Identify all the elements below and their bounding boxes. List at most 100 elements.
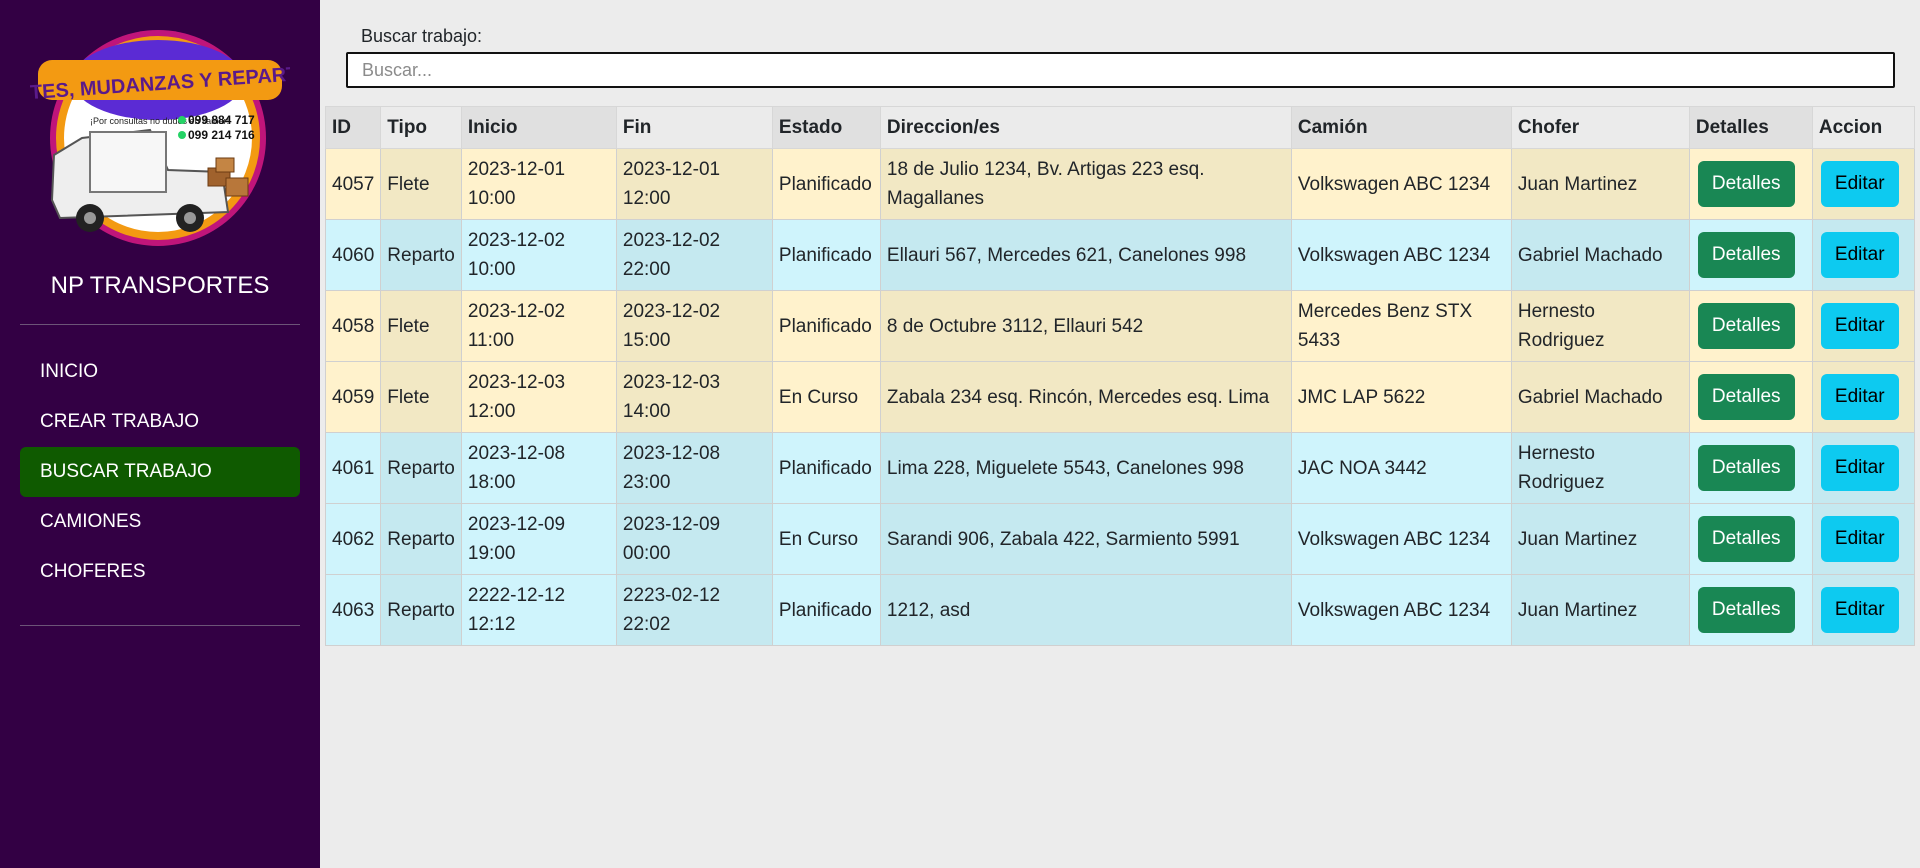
- cell-direcciones: Ellauri 567, Mercedes 621, Canelones 998: [879, 219, 1292, 291]
- cell-id: 4061: [324, 432, 382, 504]
- editar-button[interactable]: Editar: [1820, 445, 1899, 491]
- table-header-row: ID Tipo Inicio Fin Estado Direccion/es C…: [324, 106, 1916, 149]
- cell-tipo: Reparto: [380, 432, 462, 504]
- detalles-button[interactable]: Detalles: [1697, 516, 1795, 562]
- cell-camion: Volkswagen ABC 1234: [1290, 503, 1512, 575]
- editar-button[interactable]: Editar: [1820, 232, 1899, 278]
- column-header-tipo: Tipo: [380, 106, 462, 149]
- nav-item-choferes[interactable]: CHOFERES: [20, 547, 300, 597]
- editar-button[interactable]: Editar: [1820, 374, 1899, 420]
- logo-area: FLETES, MUDANZAS Y REPARTOS ¡Por consult…: [20, 0, 300, 270]
- cell-inicio: 2023-12-02 10:00: [460, 219, 617, 291]
- cell-fin: 2023-12-08 23:00: [615, 432, 773, 504]
- cell-estado: Planificado: [771, 290, 881, 362]
- cell-id: 4059: [324, 361, 382, 433]
- cell-id: 4058: [324, 290, 382, 362]
- cell-direcciones: 8 de Octubre 3112, Ellauri 542: [879, 290, 1292, 362]
- table-row: 4062 Reparto 2023-12-09 19:00 2023-12-09…: [324, 503, 1916, 575]
- cell-chofer: Hernesto Rodriguez: [1510, 432, 1690, 504]
- cell-accion: Editar: [1811, 432, 1916, 504]
- nav-item-buscar-trabajo[interactable]: BUSCAR TRABAJO: [20, 447, 300, 497]
- cell-detalles: Detalles: [1688, 361, 1813, 433]
- cell-accion: Editar: [1811, 574, 1916, 646]
- cell-camion: Mercedes Benz STX 5433: [1290, 290, 1512, 362]
- column-header-fin: Fin: [615, 106, 773, 149]
- nav-item-inicio[interactable]: INICIO: [20, 347, 300, 397]
- cell-tipo: Flete: [380, 290, 462, 362]
- table-row: 4059 Flete 2023-12-03 12:00 2023-12-03 1…: [324, 361, 1916, 433]
- search-input[interactable]: [346, 52, 1895, 88]
- cell-estado: En Curso: [771, 361, 881, 433]
- cell-camion: Volkswagen ABC 1234: [1290, 574, 1512, 646]
- detalles-button[interactable]: Detalles: [1697, 374, 1795, 420]
- detalles-button[interactable]: Detalles: [1697, 161, 1795, 207]
- cell-fin: 2023-12-01 12:00: [615, 148, 773, 220]
- cell-chofer: Gabriel Machado: [1510, 219, 1690, 291]
- cell-chofer: Hernesto Rodriguez: [1510, 290, 1690, 362]
- cell-direcciones: Zabala 234 esq. Rincón, Mercedes esq. Li…: [879, 361, 1292, 433]
- cell-accion: Editar: [1811, 219, 1916, 291]
- table-row: 4063 Reparto 2222-12-12 12:12 2223-02-12…: [324, 574, 1916, 646]
- cell-fin: 2023-12-09 00:00: [615, 503, 773, 575]
- svg-text:099 884 717: 099 884 717: [188, 113, 255, 127]
- cell-inicio: 2023-12-02 11:00: [460, 290, 617, 362]
- cell-detalles: Detalles: [1688, 219, 1813, 291]
- cell-chofer: Juan Martinez: [1510, 503, 1690, 575]
- cell-estado: Planificado: [771, 148, 881, 220]
- cell-estado: En Curso: [771, 503, 881, 575]
- cell-direcciones: 18 de Julio 1234, Bv. Artigas 223 esq. M…: [879, 148, 1292, 220]
- nav-item-camiones[interactable]: CAMIONES: [20, 497, 300, 547]
- column-header-id: ID: [324, 106, 382, 149]
- column-header-chofer: Chofer: [1510, 106, 1690, 149]
- cell-chofer: Gabriel Machado: [1510, 361, 1690, 433]
- cell-fin: 2023-12-03 14:00: [615, 361, 773, 433]
- editar-button[interactable]: Editar: [1820, 303, 1899, 349]
- svg-text:099 214 716: 099 214 716: [188, 128, 255, 142]
- cell-id: 4063: [324, 574, 382, 646]
- cell-chofer: Juan Martinez: [1510, 574, 1690, 646]
- cell-detalles: Detalles: [1688, 574, 1813, 646]
- column-header-detalles: Detalles: [1688, 106, 1813, 149]
- sidebar: FLETES, MUDANZAS Y REPARTOS ¡Por consult…: [0, 0, 320, 868]
- cell-inicio: 2023-12-01 10:00: [460, 148, 617, 220]
- editar-button[interactable]: Editar: [1820, 516, 1899, 562]
- cell-detalles: Detalles: [1688, 432, 1813, 504]
- main-nav: INICIO CREAR TRABAJO BUSCAR TRABAJO CAMI…: [20, 347, 300, 626]
- jobs-table: ID Tipo Inicio Fin Estado Direccion/es C…: [324, 106, 1916, 646]
- cell-camion: JAC NOA 3442: [1290, 432, 1512, 504]
- detalles-button[interactable]: Detalles: [1697, 587, 1795, 633]
- cell-detalles: Detalles: [1688, 503, 1813, 575]
- search-label: Buscar trabajo:: [361, 26, 483, 46]
- cell-tipo: Flete: [380, 361, 462, 433]
- table-row: 4060 Reparto 2023-12-02 10:00 2023-12-02…: [324, 219, 1916, 291]
- editar-button[interactable]: Editar: [1820, 587, 1899, 633]
- cell-fin: 2223-02-12 22:02: [615, 574, 773, 646]
- cell-direcciones: Lima 228, Miguelete 5543, Canelones 998: [879, 432, 1292, 504]
- cell-fin: 2023-12-02 15:00: [615, 290, 773, 362]
- cell-detalles: Detalles: [1688, 148, 1813, 220]
- cell-direcciones: Sarandi 906, Zabala 422, Sarmiento 5991: [879, 503, 1292, 575]
- cell-tipo: Reparto: [380, 219, 462, 291]
- main-content: Buscar trabajo: ID Tipo Inicio Fin Estad…: [320, 0, 1920, 868]
- cell-inicio: 2023-12-08 18:00: [460, 432, 617, 504]
- detalles-button[interactable]: Detalles: [1697, 303, 1795, 349]
- cell-detalles: Detalles: [1688, 290, 1813, 362]
- editar-button[interactable]: Editar: [1820, 161, 1899, 207]
- column-header-accion: Accion: [1811, 106, 1916, 149]
- cell-chofer: Juan Martinez: [1510, 148, 1690, 220]
- cell-direcciones: 1212, asd: [879, 574, 1292, 646]
- cell-tipo: Reparto: [380, 574, 462, 646]
- detalles-button[interactable]: Detalles: [1697, 445, 1795, 491]
- detalles-button[interactable]: Detalles: [1697, 232, 1795, 278]
- column-header-estado: Estado: [771, 106, 881, 149]
- cell-inicio: 2023-12-03 12:00: [460, 361, 617, 433]
- column-header-inicio: Inicio: [460, 106, 617, 149]
- cell-camion: JMC LAP 5622: [1290, 361, 1512, 433]
- nav-item-crear-trabajo[interactable]: CREAR TRABAJO: [20, 397, 300, 447]
- table-row: 4058 Flete 2023-12-02 11:00 2023-12-02 1…: [324, 290, 1916, 362]
- cell-camion: Volkswagen ABC 1234: [1290, 219, 1512, 291]
- brand-name: NP TRANSPORTES: [20, 270, 300, 325]
- cell-tipo: Reparto: [380, 503, 462, 575]
- cell-estado: Planificado: [771, 432, 881, 504]
- table-row: 4057 Flete 2023-12-01 10:00 2023-12-01 1…: [324, 148, 1916, 220]
